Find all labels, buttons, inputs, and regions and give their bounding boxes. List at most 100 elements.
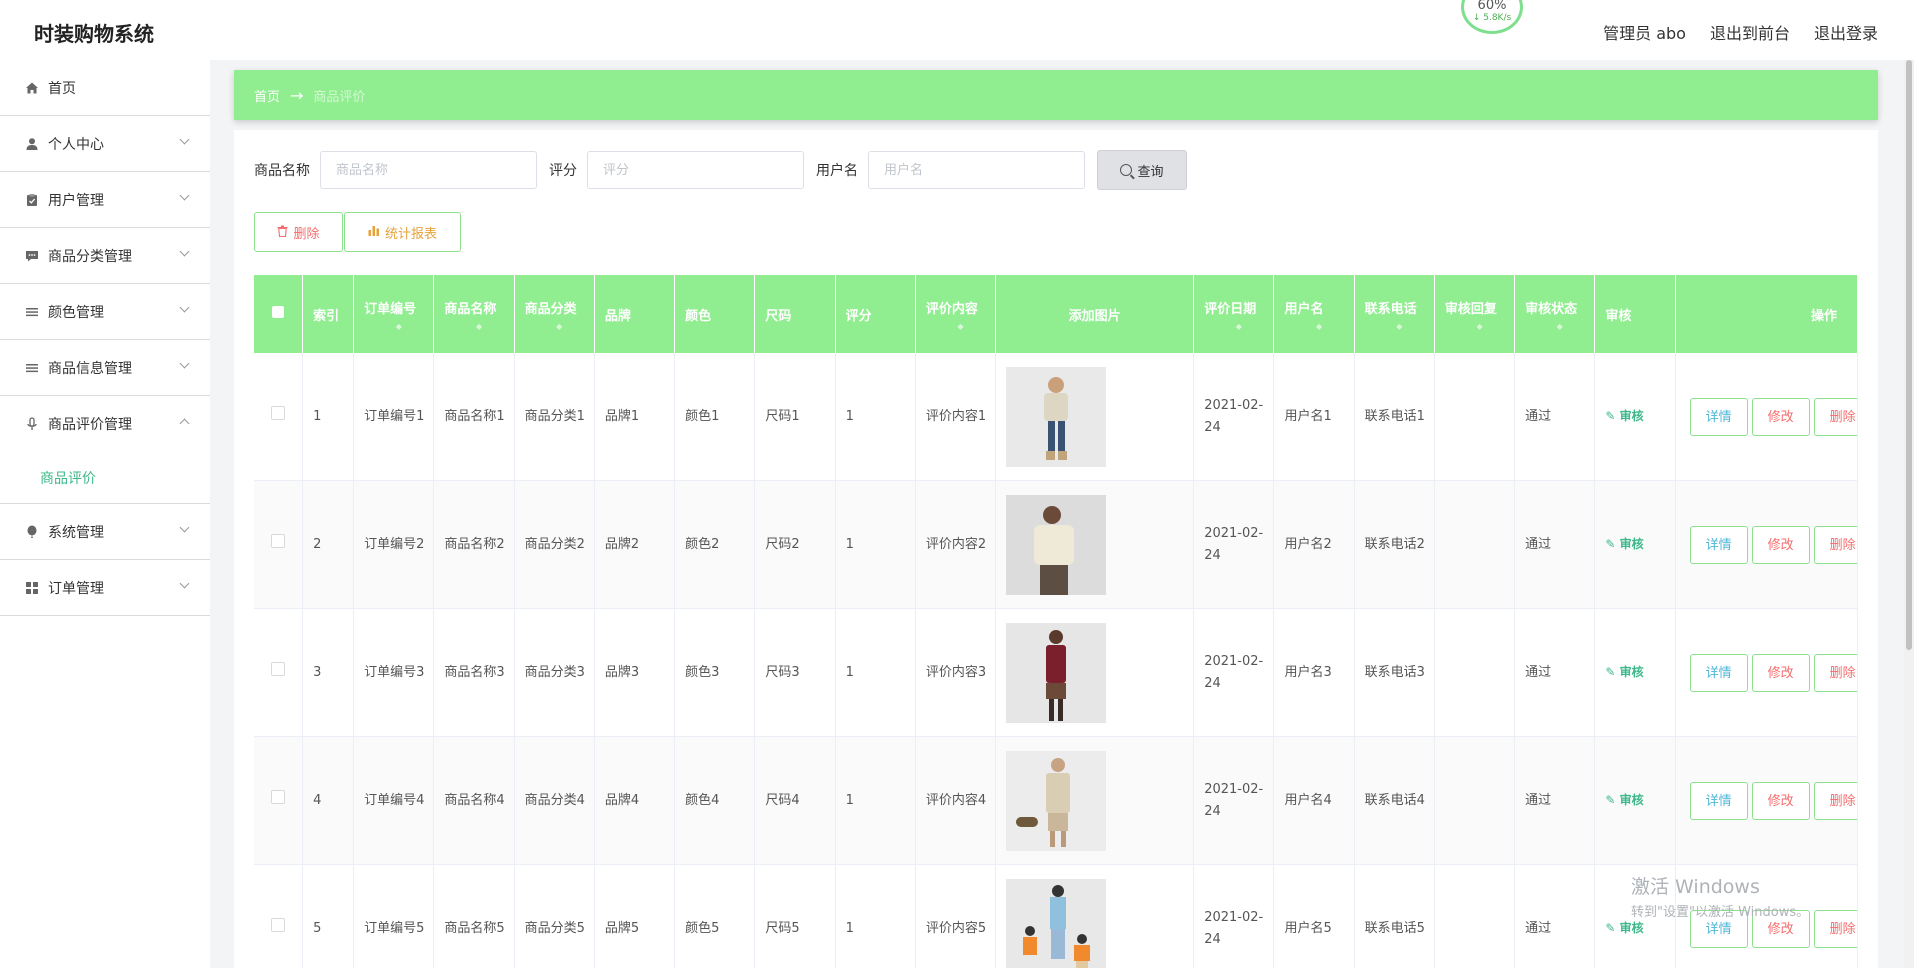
report-button[interactable]: 统计报表 [344, 212, 461, 252]
cell-order-no: 订单编号3 [353, 608, 435, 737]
select-all-checkbox[interactable] [272, 306, 285, 318]
sidebar-item-system-management[interactable]: 系统管理 [0, 504, 210, 560]
audit-link[interactable]: ✎ 审核 [1605, 409, 1643, 423]
edit-button[interactable]: 修改 [1751, 397, 1810, 436]
col-header[interactable]: 审核状态 ◆ [1514, 275, 1596, 353]
col-header: 操作 [1675, 275, 1858, 353]
cell-category: 商品分类3 [514, 608, 595, 737]
row-checkbox-cell[interactable] [254, 864, 304, 968]
sidebar-item-personal-center[interactable]: 个人中心 [0, 116, 210, 172]
cell-content: 评价内容2 [915, 480, 997, 609]
chevron-down-icon [179, 302, 190, 313]
sidebar-item-category-management[interactable]: 商品分类管理 [0, 228, 210, 284]
cell-username: 用户名1 [1273, 353, 1355, 481]
cell-index: 3 [302, 608, 355, 737]
edit-button[interactable]: 修改 [1751, 781, 1810, 820]
cell-color: 颜色5 [674, 864, 756, 968]
logout-link[interactable]: 退出登录 [1814, 20, 1878, 44]
audit-link[interactable]: ✎ 审核 [1605, 665, 1643, 679]
row-delete-button[interactable]: 删除 [1813, 525, 1857, 564]
table-row: 2 订单编号2 商品名称2 商品分类2 品牌2 颜色2 尺码2 1 评价内容2 2021-02-2… [254, 480, 1858, 609]
back-to-front-link[interactable]: 退出到前台 [1710, 20, 1790, 44]
detail-button[interactable]: 详情 [1689, 525, 1748, 564]
product-name-input[interactable] [320, 151, 537, 189]
cell-brand: 品牌5 [594, 864, 676, 968]
row-checkbox[interactable] [271, 917, 286, 932]
username-input[interactable] [868, 151, 1085, 189]
col-header[interactable]: 审核 [1594, 275, 1676, 353]
row-checkbox-cell[interactable] [254, 736, 304, 865]
sidebar-item-home[interactable]: 首页 [0, 60, 210, 116]
col-header[interactable]: 联系电话 ◆ [1354, 275, 1435, 353]
cell-username: 用户名2 [1273, 480, 1355, 609]
sidebar-item-color-management[interactable]: 颜色管理 [0, 284, 210, 340]
col-header[interactable]: 商品分类 ◆ [514, 275, 595, 353]
row-delete-button[interactable]: 删除 [1813, 397, 1857, 436]
chevron-up-icon [179, 418, 190, 429]
audit-link[interactable]: ✎ 审核 [1605, 537, 1643, 551]
cell-content: 评价内容4 [915, 736, 997, 865]
col-header[interactable]: 颜色 [674, 275, 756, 353]
select-all-checkbox-cell[interactable] [254, 275, 304, 353]
trash-icon [277, 225, 288, 240]
cell-audit: ✎ 审核 [1594, 608, 1676, 737]
row-delete-button[interactable]: 删除 [1813, 653, 1857, 692]
sidebar-subitem-review[interactable]: 商品评价 [0, 452, 210, 504]
col-header[interactable]: 品牌 [594, 275, 676, 353]
edit-pen-icon: ✎ [1605, 793, 1620, 807]
query-button[interactable]: 查询 [1097, 150, 1187, 190]
sidebar-item-product-info-management[interactable]: 商品信息管理 [0, 340, 210, 396]
cell-operations: 详情 修改 删除 [1675, 608, 1858, 737]
cell-order-no: 订单编号4 [353, 736, 435, 865]
delete-button[interactable]: 删除 [254, 212, 343, 252]
col-header[interactable]: 添加图片 [995, 275, 1195, 353]
col-header[interactable]: 评价内容 ◆ [915, 275, 997, 353]
username-label: 用户名 [816, 163, 858, 179]
col-header[interactable]: 商品名称 ◆ [433, 275, 515, 353]
cell-photo [995, 608, 1195, 737]
home-icon [24, 80, 40, 96]
cell-photo [995, 864, 1195, 968]
sidebar-item-user-management[interactable]: 用户管理 [0, 172, 210, 228]
row-checkbox[interactable] [271, 789, 286, 804]
scrollbar-thumb[interactable] [1906, 60, 1912, 650]
audit-link[interactable]: ✎ 审核 [1605, 793, 1643, 807]
detail-button[interactable]: 详情 [1689, 909, 1748, 948]
sidebar: 首页 个人中心 用户管理 商品分类管理 颜色管理 商品信息管理 商品评价管理 商… [0, 60, 210, 968]
detail-button[interactable]: 详情 [1689, 781, 1748, 820]
cell-order-no: 订单编号5 [353, 864, 435, 968]
sidebar-item-review-management[interactable]: 商品评价管理 [0, 396, 210, 452]
col-header[interactable]: 订单编号 ◆ [353, 275, 435, 353]
chevron-down-icon [179, 134, 190, 145]
cell-phone: 联系电话5 [1354, 864, 1435, 968]
detail-button[interactable]: 详情 [1689, 397, 1748, 436]
list-icon [24, 360, 40, 376]
col-header[interactable]: 用户名 ◆ [1273, 275, 1355, 353]
action-bar: 删除 统计报表 [254, 212, 461, 252]
edit-button[interactable]: 修改 [1751, 525, 1810, 564]
row-checkbox[interactable] [271, 661, 286, 676]
col-header[interactable]: 评分 [835, 275, 916, 353]
row-checkbox-cell[interactable] [254, 608, 304, 737]
row-checkbox[interactable] [271, 405, 286, 420]
sort-icon: ◆ [1476, 321, 1483, 331]
audit-link[interactable]: ✎ 审核 [1605, 921, 1643, 935]
sidebar-item-order-management[interactable]: 订单管理 [0, 560, 210, 616]
detail-button[interactable]: 详情 [1689, 653, 1748, 692]
col-header[interactable]: 评价日期 ◆ [1193, 275, 1275, 353]
cell-username: 用户名3 [1273, 608, 1355, 737]
row-checkbox-cell[interactable] [254, 353, 304, 481]
row-checkbox[interactable] [271, 533, 286, 548]
page-scrollbar[interactable] [1904, 60, 1914, 968]
cell-rating: 1 [835, 736, 916, 865]
edit-button[interactable]: 修改 [1751, 653, 1810, 692]
edit-button[interactable]: 修改 [1751, 909, 1810, 948]
rating-input[interactable] [587, 151, 804, 189]
row-delete-button[interactable]: 删除 [1813, 781, 1857, 820]
breadcrumb-home[interactable]: 首页 [254, 86, 280, 105]
chevron-down-icon [179, 190, 190, 201]
row-delete-button[interactable]: 删除 [1813, 909, 1857, 948]
row-checkbox-cell[interactable] [254, 480, 304, 609]
col-header[interactable]: 尺码 [754, 275, 836, 353]
col-header[interactable]: 审核回复 ◆ [1434, 275, 1516, 353]
